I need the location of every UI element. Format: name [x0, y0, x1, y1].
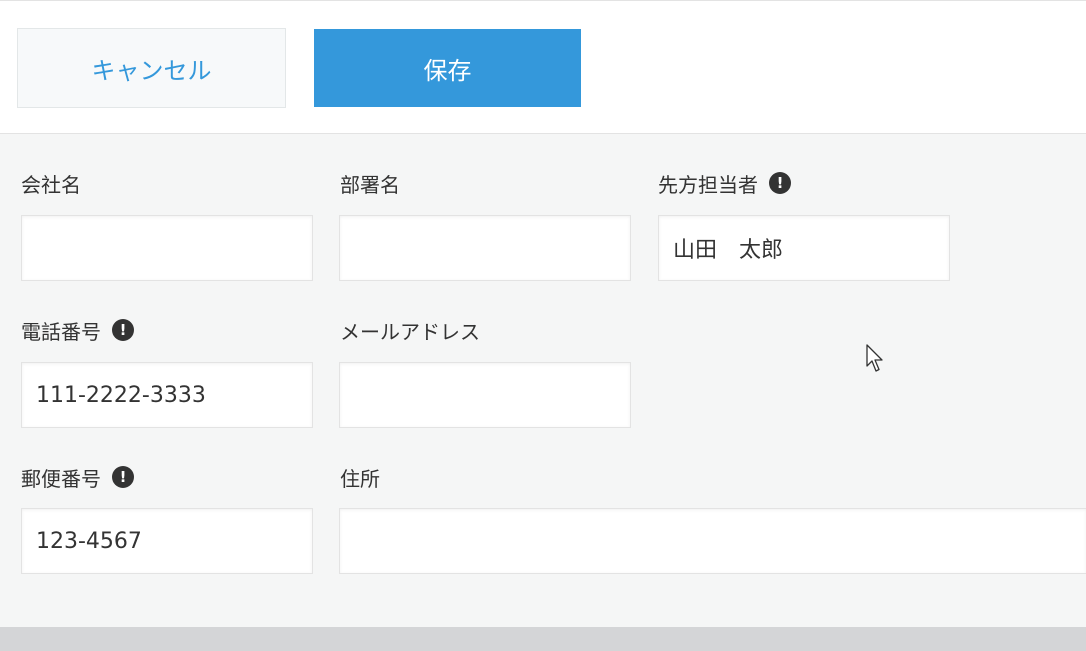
exclamation-circle-icon[interactable]: ! — [769, 172, 791, 194]
email-field[interactable] — [339, 362, 631, 428]
address-label: 住所 — [340, 462, 380, 492]
department-label: 部署名 — [340, 168, 400, 198]
address-label-text: 住所 — [340, 466, 380, 491]
bottom-bar — [0, 627, 1086, 651]
postal-code-label-text: 郵便番号 — [21, 466, 101, 491]
save-button[interactable]: 保存 — [314, 29, 581, 107]
company-label-text: 会社名 — [21, 172, 81, 197]
phone-label: 電話番号 ! — [21, 315, 134, 345]
contact-person-field[interactable]: 山田 太郎 — [658, 215, 950, 281]
company-field[interactable] — [21, 215, 313, 281]
mouse-pointer-icon — [866, 344, 883, 372]
phone-label-text: 電話番号 — [21, 319, 101, 344]
contact-person-label-text: 先方担当者 — [658, 172, 758, 197]
email-label: メールアドレス — [340, 315, 480, 345]
action-toolbar: キャンセル 保存 — [0, 0, 1086, 134]
phone-field[interactable]: 111-2222-3333 — [21, 362, 313, 428]
address-field[interactable] — [339, 508, 1086, 574]
department-label-text: 部署名 — [340, 172, 400, 197]
email-label-text: メールアドレス — [340, 319, 480, 344]
cancel-button[interactable]: キャンセル — [17, 28, 286, 108]
contact-form: 会社名 部署名 先方担当者 ! 山田 太郎 電話番号 ! 111-2222-33… — [0, 134, 1086, 627]
postal-code-field[interactable]: 123-4567 — [21, 508, 313, 574]
exclamation-circle-icon[interactable]: ! — [112, 319, 134, 341]
company-label: 会社名 — [21, 168, 81, 198]
page: キャンセル 保存 会社名 部署名 先方担当者 ! 山田 太郎 電話番号 ! 11… — [0, 0, 1086, 651]
contact-person-label: 先方担当者 ! — [658, 168, 791, 198]
exclamation-circle-icon[interactable]: ! — [112, 466, 134, 488]
postal-code-label: 郵便番号 ! — [21, 462, 134, 492]
department-field[interactable] — [339, 215, 631, 281]
